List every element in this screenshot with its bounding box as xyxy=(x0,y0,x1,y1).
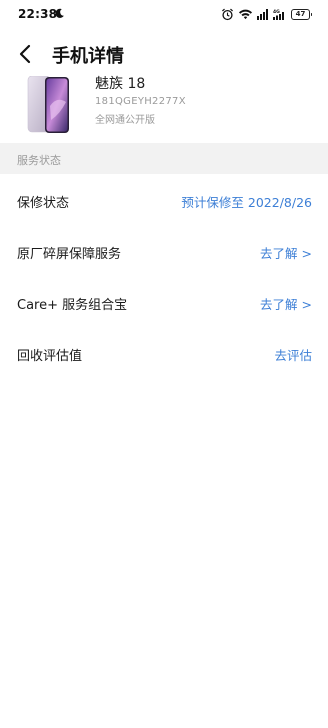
status-time: 22:38 xyxy=(18,7,58,21)
warranty-expiry-link[interactable]: 预计保修至 2022/8/26 xyxy=(181,192,312,211)
phone-details-screen: 22:38 4G 47 手机详情 魅族 18 181QGEYH2277X 全网通… xyxy=(0,0,328,728)
status-bar: 22:38 4G 47 xyxy=(0,0,328,30)
device-name: 魅族 18 xyxy=(95,76,146,92)
back-arrow-icon[interactable] xyxy=(14,42,38,66)
learn-more-link[interactable]: 去了解 > xyxy=(260,243,312,262)
row-label: Care+ 服务组合宝 xyxy=(17,298,128,313)
screen-protection-row[interactable]: 原厂碎屏保障服务 去了解 > xyxy=(0,226,328,276)
status-icons: 4G 47 xyxy=(221,6,312,22)
row-label: 保修状态 xyxy=(17,196,70,211)
battery-icon: 47 xyxy=(291,8,312,20)
alarm-icon xyxy=(221,8,234,20)
row-label: 原厂碎屏保障服务 xyxy=(17,247,122,262)
learn-more-link[interactable]: 去了解 > xyxy=(260,294,312,313)
section-header: 服务状态 xyxy=(0,143,328,174)
warranty-status-row[interactable]: 保修状态 预计保修至 2022/8/26 xyxy=(0,175,328,225)
recycle-value-row[interactable]: 回收评估值 去评估 xyxy=(0,328,328,378)
device-edition: 全网通公开版 xyxy=(95,115,155,126)
device-serial: 181QGEYH2277X xyxy=(95,96,186,107)
row-label: 回收评估值 xyxy=(17,349,83,364)
moon-icon xyxy=(55,8,64,18)
signal-4g-icon: 4G xyxy=(273,9,284,20)
wifi-icon xyxy=(238,9,253,20)
section-title: 服务状态 xyxy=(17,154,61,167)
care-plus-row[interactable]: Care+ 服务组合宝 去了解 > xyxy=(0,277,328,327)
signal-icon xyxy=(257,8,268,20)
device-card: 魅族 18 181QGEYH2277X 全网通公开版 xyxy=(0,68,328,144)
page-title: 手机详情 xyxy=(52,46,124,67)
phone-image xyxy=(27,76,69,133)
evaluate-link[interactable]: 去评估 xyxy=(274,345,312,364)
